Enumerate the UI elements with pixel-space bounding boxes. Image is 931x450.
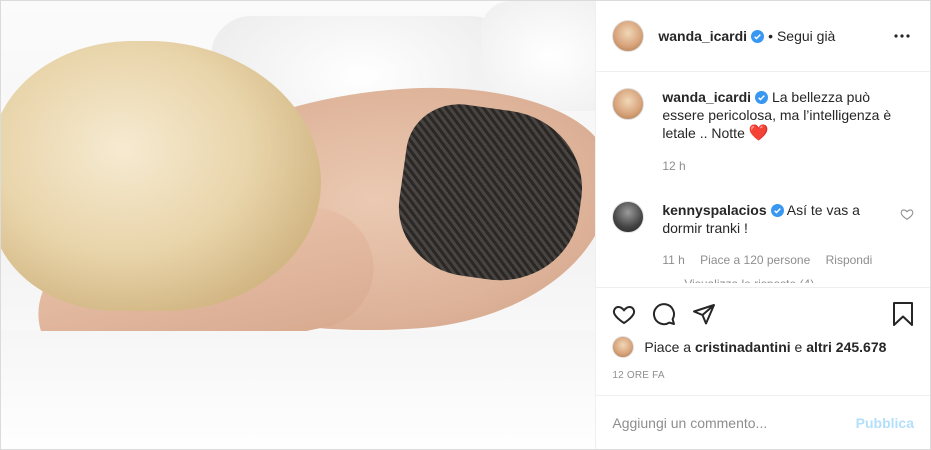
verified-icon bbox=[770, 204, 784, 217]
author-username[interactable]: wanda_icardi bbox=[658, 28, 747, 44]
heart-emoji: ❤️ bbox=[748, 125, 769, 142]
share-button[interactable] bbox=[692, 294, 732, 334]
post-image[interactable] bbox=[1, 1, 596, 449]
post-timestamp[interactable]: 12 ORE FA bbox=[612, 370, 914, 381]
verified-icon bbox=[755, 91, 769, 104]
likes-prefix: Piace a bbox=[644, 339, 692, 355]
caption-meta: 12 h bbox=[662, 157, 914, 175]
post-sidebar: wanda_icardi • Segui già wanda_icardi La… bbox=[595, 1, 930, 449]
post-actions: Piace a cristinadantini e altri 245.678 … bbox=[596, 287, 930, 395]
more-options-button[interactable] bbox=[890, 24, 914, 48]
publish-button[interactable]: Pubblica bbox=[856, 415, 914, 431]
post-header: wanda_icardi • Segui già bbox=[596, 1, 930, 72]
save-button[interactable] bbox=[874, 294, 914, 334]
bookmark-icon bbox=[893, 302, 913, 326]
likes-others[interactable]: altri 245.678 bbox=[806, 339, 886, 355]
add-comment-section: Pubblica bbox=[596, 395, 930, 449]
caption-time[interactable]: 12 h bbox=[662, 159, 685, 173]
comment-icon bbox=[653, 303, 676, 326]
caption-username[interactable]: wanda_icardi bbox=[662, 89, 751, 105]
author-avatar[interactable] bbox=[612, 20, 645, 52]
comment-input[interactable] bbox=[612, 414, 856, 431]
follow-status-button[interactable]: Segui già bbox=[777, 28, 835, 44]
verified-icon bbox=[751, 29, 765, 43]
view-replies-link[interactable]: Visualizza le risposte (4) bbox=[684, 277, 814, 283]
likes-conj: e bbox=[794, 339, 803, 355]
caption-body: wanda_icardi La bellezza può essere peri… bbox=[662, 88, 914, 175]
comment-likes[interactable]: Piace a 120 persone bbox=[700, 253, 810, 267]
comment-body: kennyspalacios Así te vas a dormir trank… bbox=[662, 201, 892, 269]
more-icon bbox=[894, 34, 910, 38]
separator-dot: • bbox=[768, 28, 773, 44]
post-modal: wanda_icardi • Segui già wanda_icardi La… bbox=[0, 0, 931, 450]
image-sheet bbox=[1, 331, 596, 449]
comment-item: kennyspalacios Así te vas a dormir trank… bbox=[612, 201, 914, 269]
likes-summary: Piace a cristinadantini e altri 245.678 bbox=[612, 334, 914, 360]
heart-small-icon[interactable] bbox=[900, 207, 914, 221]
share-icon bbox=[693, 304, 716, 325]
caption: wanda_icardi La bellezza può essere peri… bbox=[612, 88, 914, 175]
comment-time[interactable]: 11 h bbox=[662, 253, 684, 267]
comments-list[interactable]: wanda_icardi La bellezza può essere peri… bbox=[596, 72, 930, 287]
action-icons-row bbox=[612, 294, 914, 334]
liker-avatar[interactable] bbox=[612, 336, 635, 358]
commenter-avatar[interactable] bbox=[612, 201, 645, 233]
likes-text[interactable]: Piace a cristinadantini e altri 245.678 bbox=[644, 339, 886, 355]
comment-button[interactable] bbox=[652, 294, 692, 334]
reply-button[interactable]: Rispondi bbox=[826, 253, 873, 267]
likes-user[interactable]: cristinadantini bbox=[695, 339, 791, 355]
caption-avatar[interactable] bbox=[612, 88, 645, 120]
like-button[interactable] bbox=[612, 294, 652, 334]
like-icon bbox=[613, 305, 636, 325]
comment-meta: 11 h Piace a 120 persone Rispondi bbox=[662, 251, 892, 269]
commenter-username[interactable]: kennyspalacios bbox=[662, 202, 766, 218]
